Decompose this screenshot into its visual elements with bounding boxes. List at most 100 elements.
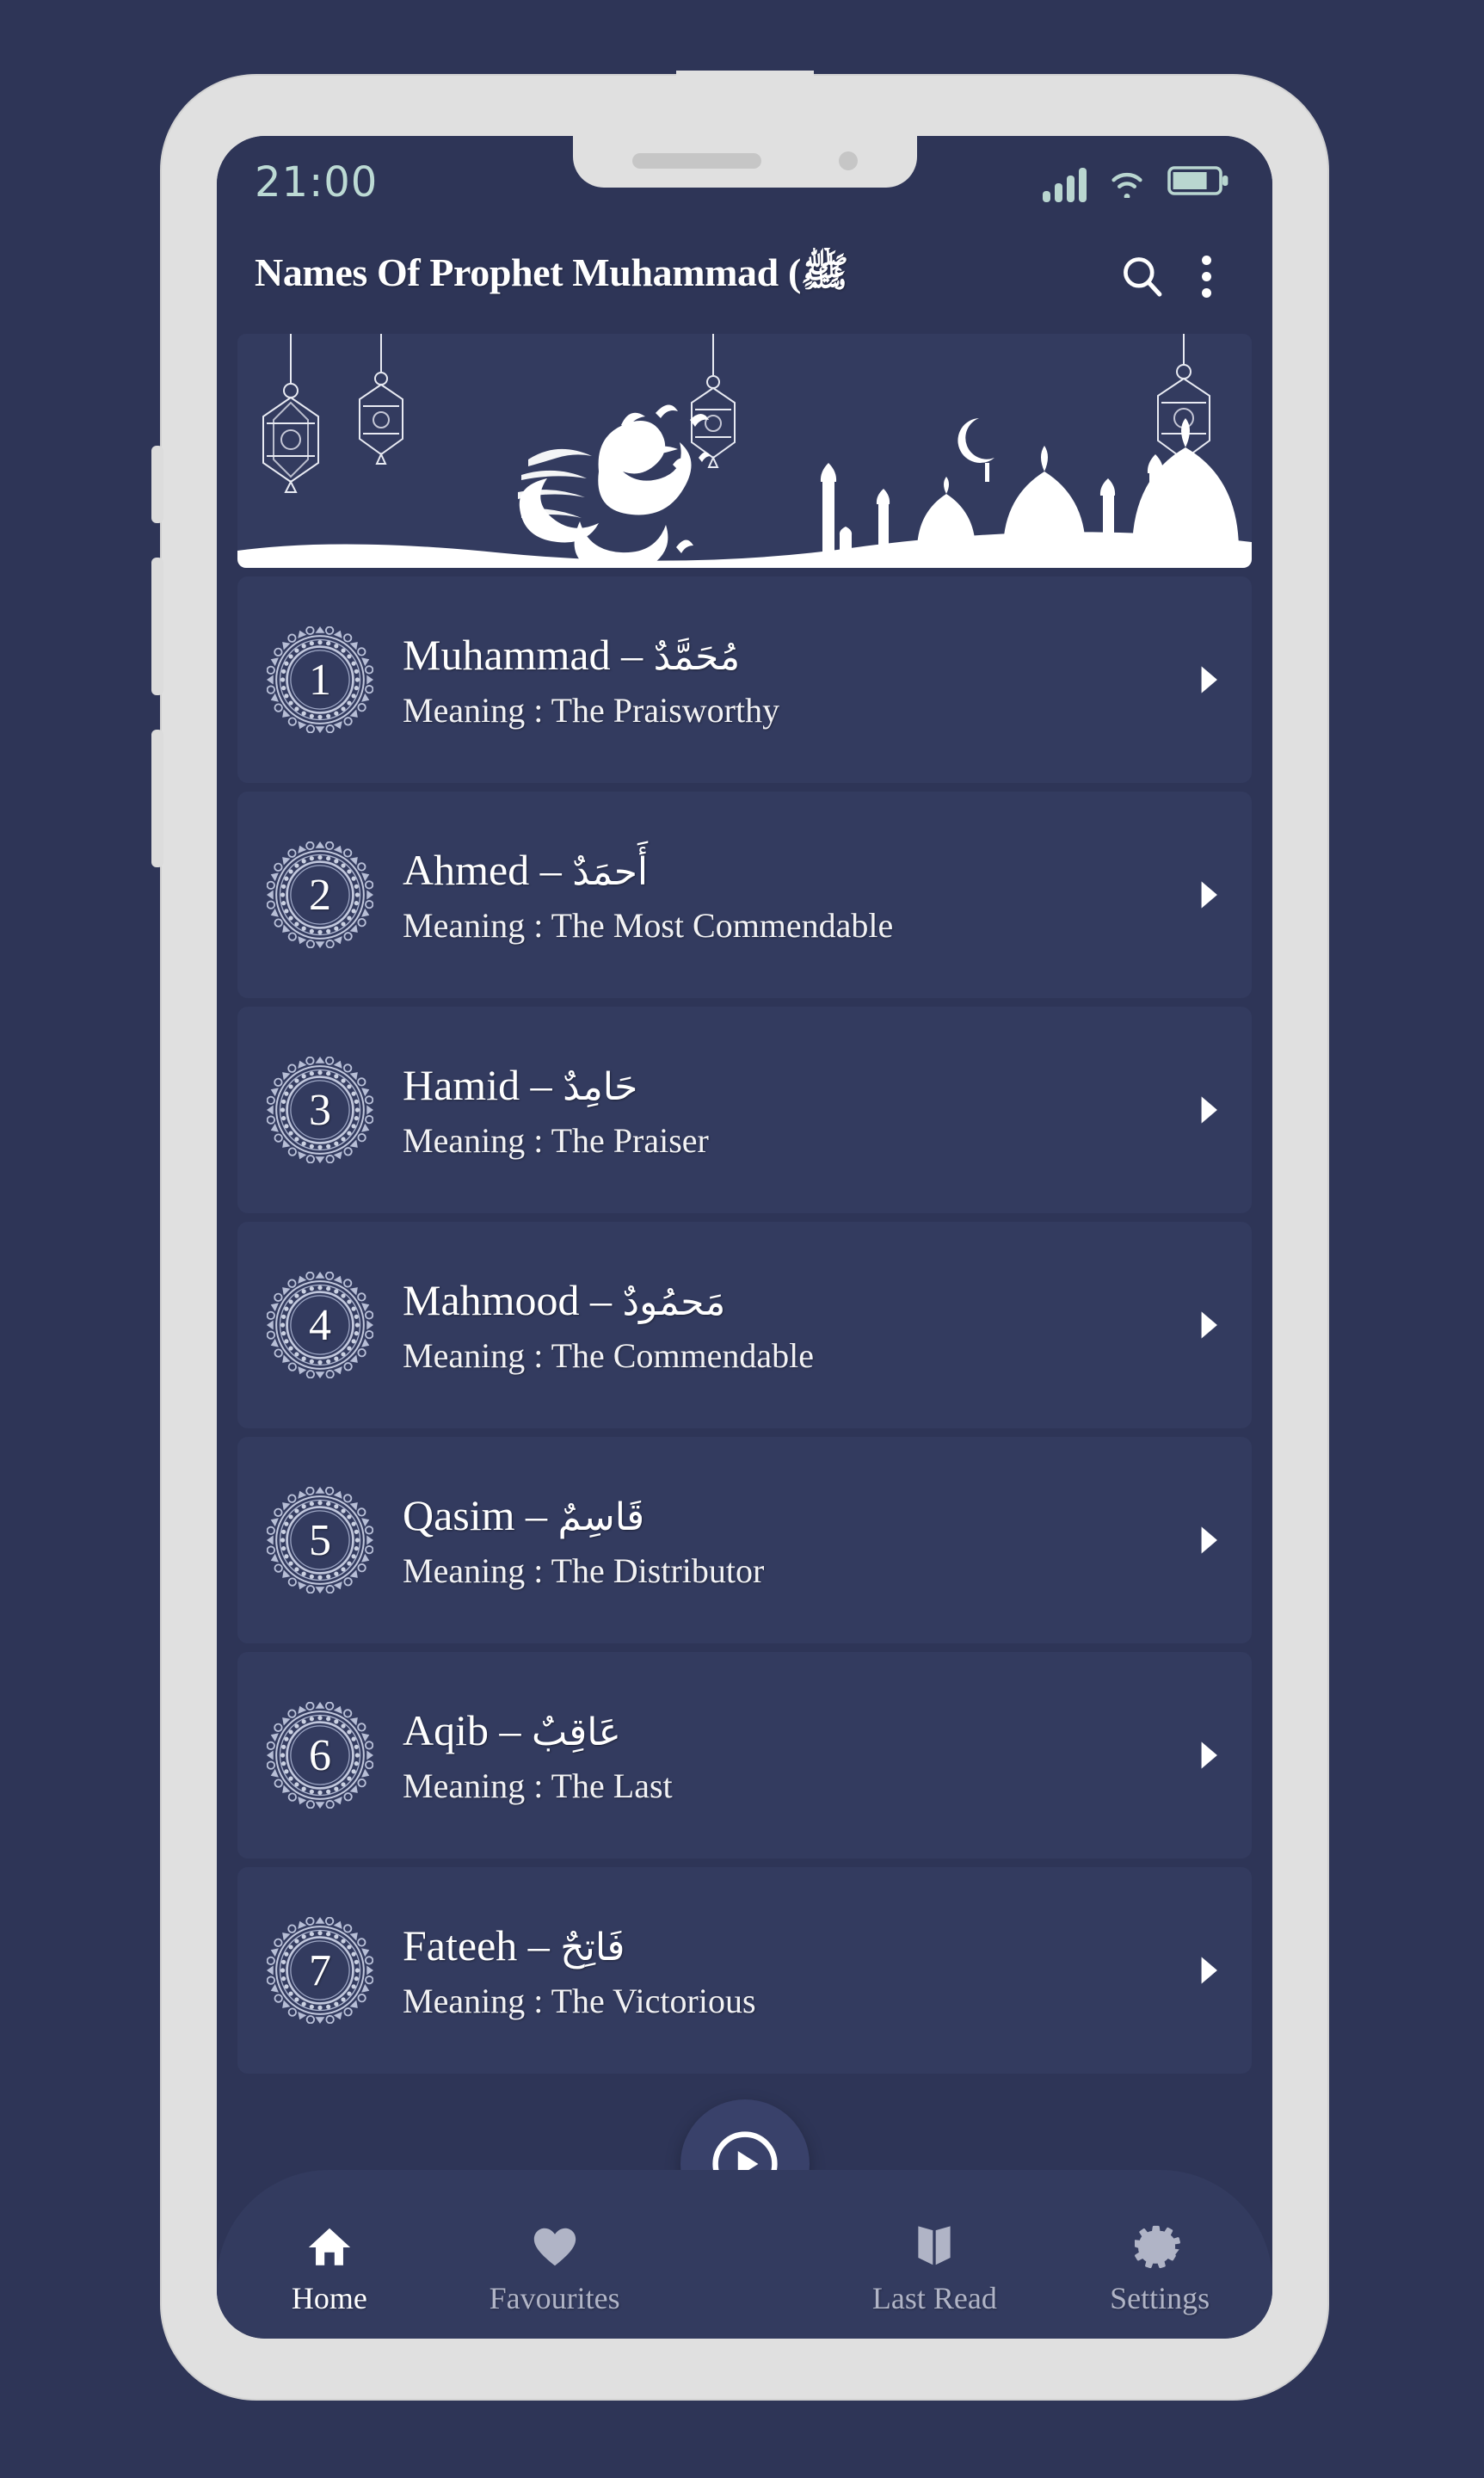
ornament-medallion-icon: 2: [267, 841, 373, 948]
name-list-item[interactable]: 1 Muhammad – مُحَمَّدٌ Meaning : The Pra…: [237, 576, 1252, 783]
item-name: Hamid: [403, 1060, 520, 1109]
bottom-nav-label: Favourites: [489, 2281, 620, 2315]
meaning-prefix: Meaning :: [403, 1120, 551, 1160]
phone-side-button-volume-down[interactable]: [151, 730, 163, 867]
item-meaning-line: Meaning : The Most Commendable: [403, 905, 1183, 946]
item-number: 7: [309, 1945, 331, 1995]
phone-top-notch: [675, 71, 814, 96]
bottom-nav-label: Home: [291, 2281, 367, 2315]
item-text: Aqib – عَاقِبٌ Meaning : The Last: [373, 1705, 1183, 1806]
item-text: Hamid – حَامِدٌ Meaning : The Praiser: [373, 1060, 1183, 1161]
ornament-medallion-icon: 5: [267, 1487, 373, 1593]
battery-icon: [1167, 163, 1231, 202]
book-icon: [909, 2222, 959, 2272]
item-name-line: Hamid – حَامِدٌ: [403, 1060, 1183, 1110]
item-meaning-line: Meaning : The Praiser: [403, 1120, 1183, 1161]
item-name-line: Muhammad – مُحَمَّدٌ: [403, 630, 1183, 680]
chevron-right-icon[interactable]: [1183, 1306, 1226, 1344]
more-vert-icon[interactable]: [1176, 255, 1236, 298]
banner-art: [237, 334, 1252, 568]
item-meaning: The Last: [551, 1766, 673, 1805]
item-arabic: أَحمَدٌ: [572, 849, 649, 894]
item-name: Muhammad: [403, 630, 611, 679]
meaning-prefix: Meaning :: [403, 690, 551, 730]
item-meaning-line: Meaning : The Commendable: [403, 1335, 1183, 1376]
phone-body: 21:00 Names Of Prophet Muhammad (ﷺ 1 Muh…: [151, 71, 1327, 2399]
name-list-item[interactable]: 2 Ahmed – أَحمَدٌ Meaning : The Most Com…: [237, 792, 1252, 998]
search-icon[interactable]: [1109, 252, 1176, 300]
item-separator: –: [590, 1275, 613, 1324]
app-bar: Names Of Prophet Muhammad (ﷺ: [217, 229, 1272, 324]
item-text: Ahmed – أَحمَدٌ Meaning : The Most Comme…: [373, 845, 1183, 946]
item-meaning-line: Meaning : The Distributor: [403, 1550, 1183, 1591]
item-meaning: The Praisworthy: [551, 690, 780, 730]
item-text: Mahmood – مَحمُودٌ Meaning : The Commend…: [373, 1275, 1183, 1376]
ornament-medallion-icon: 1: [267, 626, 373, 733]
meaning-prefix: Meaning :: [403, 1981, 551, 2020]
ornament-medallion-icon: 3: [267, 1057, 373, 1163]
chevron-right-icon[interactable]: [1183, 1521, 1226, 1559]
item-arabic: مُحَمَّدٌ: [653, 634, 741, 679]
chevron-right-icon[interactable]: [1183, 1951, 1226, 1989]
page-title: Names Of Prophet Muhammad (ﷺ: [255, 250, 849, 294]
meaning-prefix: Meaning :: [403, 1335, 551, 1375]
item-name-line: Fateeh – فَاتِحٌ: [403, 1920, 1183, 1970]
status-time: 21:00: [255, 158, 379, 206]
bottom-nav-item-favourites[interactable]: Favourites: [442, 2222, 668, 2316]
name-list-item[interactable]: 3 Hamid – حَامِدٌ Meaning : The Praiser: [237, 1007, 1252, 1213]
item-number: 4: [309, 1300, 331, 1350]
chevron-right-icon[interactable]: [1183, 1091, 1226, 1129]
home-icon: [305, 2222, 354, 2272]
chevron-right-icon[interactable]: [1183, 876, 1226, 914]
phone-side-button-silent[interactable]: [151, 446, 163, 523]
item-name: Fateeh: [403, 1920, 518, 1969]
earpiece-speaker: [631, 153, 761, 169]
meaning-prefix: Meaning :: [403, 1550, 551, 1590]
name-list-item[interactable]: 7 Fateeh – فَاتِحٌ Meaning : The Victori…: [237, 1867, 1252, 2074]
item-arabic: حَامِدٌ: [563, 1064, 638, 1109]
item-separator: –: [526, 1490, 548, 1539]
ornament-medallion-icon: 6: [267, 1702, 373, 1809]
item-name-line: Aqib – عَاقِبٌ: [403, 1705, 1183, 1755]
bottom-nav-label: Settings: [1110, 2281, 1210, 2315]
name-list-item[interactable]: 6 Aqib – عَاقِبٌ Meaning : The Last: [237, 1652, 1252, 1858]
item-meaning: The Victorious: [551, 1981, 756, 2020]
item-arabic: فَاتِحٌ: [560, 1925, 625, 1969]
app-screen: 21:00 Names Of Prophet Muhammad (ﷺ 1 Muh…: [217, 136, 1272, 2339]
item-name: Aqib: [403, 1705, 489, 1754]
item-arabic: مَحمُودٌ: [622, 1279, 726, 1324]
bottom-nav-item-home[interactable]: Home: [217, 2222, 442, 2316]
item-name-line: Mahmood – مَحمُودٌ: [403, 1275, 1183, 1325]
chevron-right-icon[interactable]: [1183, 661, 1226, 699]
item-number: 5: [309, 1515, 331, 1565]
item-text: Fateeh – فَاتِحٌ Meaning : The Victoriou…: [373, 1920, 1183, 2021]
item-meaning-line: Meaning : The Last: [403, 1766, 1183, 1806]
item-arabic: عَاقِبٌ: [532, 1710, 621, 1754]
item-number: 2: [309, 870, 331, 920]
name-list-item[interactable]: 4 Mahmood – مَحمُودٌ Meaning : The Comme…: [237, 1222, 1252, 1428]
chevron-right-icon[interactable]: [1183, 1736, 1226, 1774]
bottom-nav-item-last-read[interactable]: Last Read: [822, 2222, 1048, 2316]
banner-illustration: [237, 334, 1252, 568]
item-number: 6: [309, 1730, 331, 1780]
item-meaning: The Most Commendable: [551, 905, 894, 945]
status-icons: [1043, 163, 1231, 202]
item-name: Mahmood: [403, 1275, 580, 1324]
bottom-nav-item-settings[interactable]: Settings: [1047, 2222, 1272, 2316]
item-separator: –: [539, 845, 562, 894]
item-number: 1: [309, 655, 331, 705]
item-meaning: The Commendable: [551, 1335, 815, 1375]
front-camera: [838, 151, 858, 170]
item-arabic: قَاسِمٌ: [557, 1495, 645, 1539]
name-list-item[interactable]: 5 Qasim – قَاسِمٌ Meaning : The Distribu…: [237, 1437, 1252, 1643]
item-meaning-line: Meaning : The Victorious: [403, 1981, 1183, 2021]
bottom-nav-label: Last Read: [871, 2281, 997, 2315]
item-name-line: Ahmed – أَحمَدٌ: [403, 845, 1183, 895]
phone-side-button-volume-up[interactable]: [151, 558, 163, 695]
wifi-icon: [1105, 163, 1148, 202]
signal-bars-icon: [1043, 167, 1087, 202]
meaning-prefix: Meaning :: [403, 1766, 551, 1805]
item-text: Qasim – قَاسِمٌ Meaning : The Distributo…: [373, 1490, 1183, 1591]
item-meaning-line: Meaning : The Praisworthy: [403, 690, 1183, 730]
bottom-navigation: Home Favourites Last Read Settings: [217, 2170, 1272, 2339]
